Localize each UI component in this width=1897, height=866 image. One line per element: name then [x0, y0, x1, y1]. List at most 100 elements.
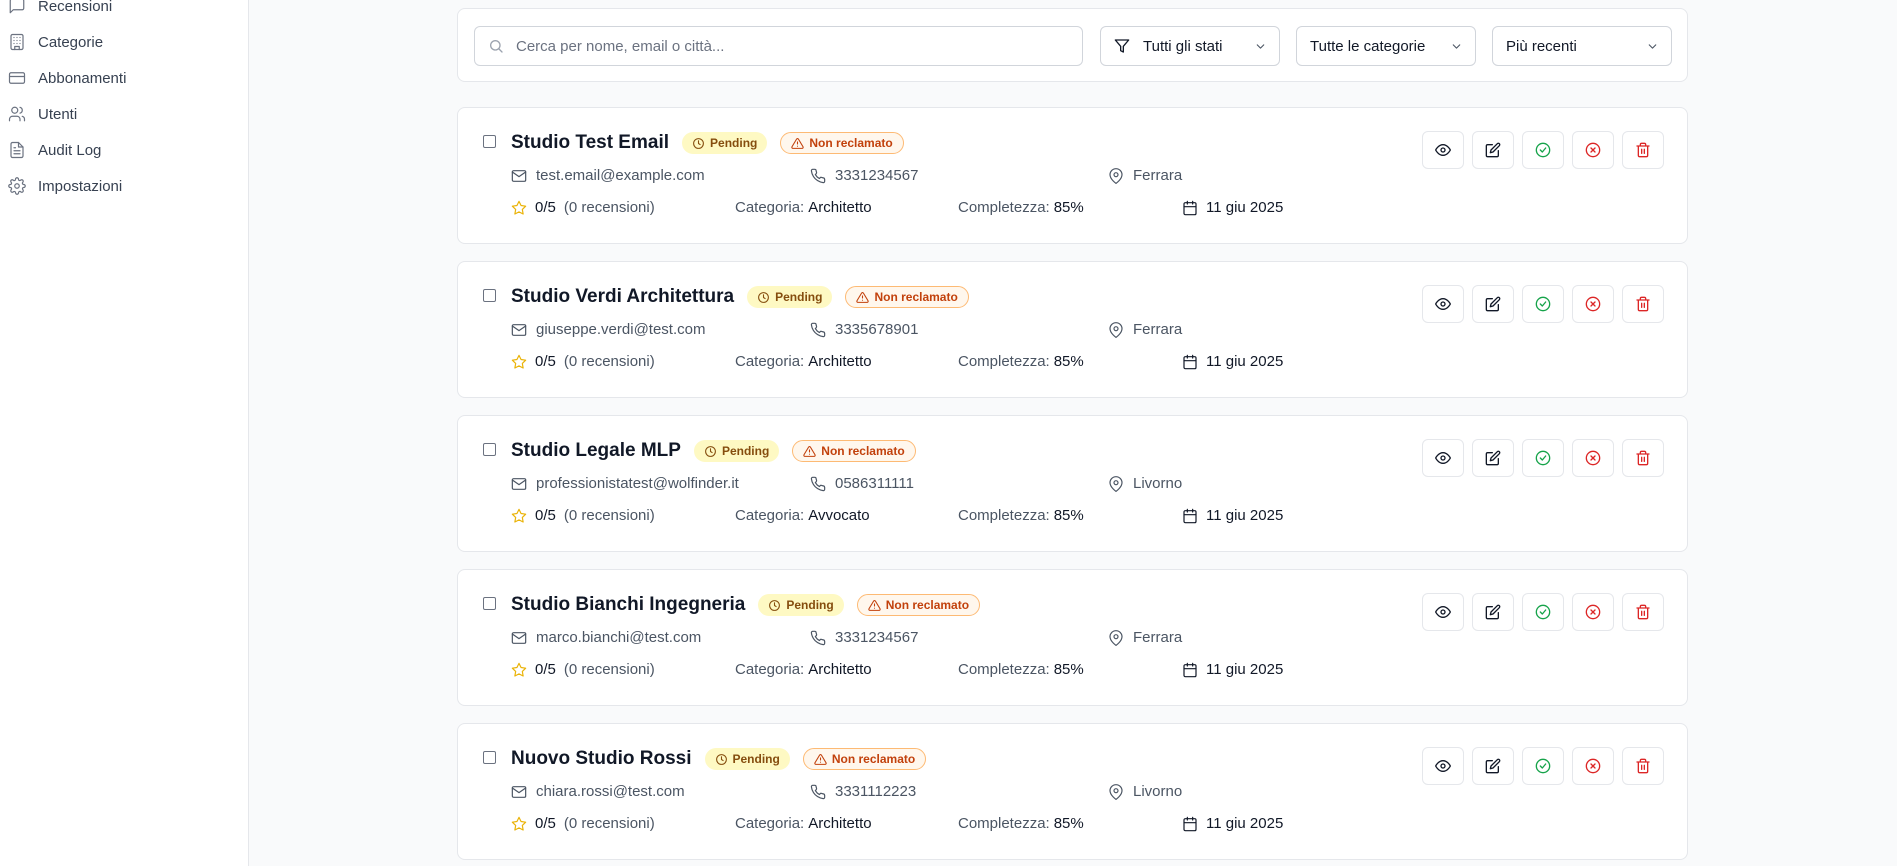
- category-value: Architetto: [808, 661, 872, 678]
- view-button[interactable]: [1422, 131, 1464, 169]
- date-text: 11 giu 2025: [1206, 353, 1284, 370]
- reject-button[interactable]: [1572, 131, 1614, 169]
- approve-button[interactable]: [1522, 593, 1564, 631]
- calendar-icon: [1183, 354, 1197, 369]
- completeness-value: 85%: [1053, 661, 1084, 678]
- eye-icon: [1435, 452, 1451, 464]
- category-filter-select[interactable]: Tutte le categorie: [1296, 26, 1476, 66]
- city-info: Ferrara: [1108, 167, 1182, 184]
- approve-button[interactable]: [1522, 439, 1564, 477]
- edit-button[interactable]: [1472, 747, 1514, 785]
- reject-button[interactable]: [1572, 439, 1614, 477]
- search-box: [474, 26, 1083, 66]
- trash-icon: [1636, 604, 1650, 620]
- sidebar-item-label: Categorie: [38, 33, 104, 51]
- edit-icon: [1485, 142, 1501, 158]
- email-info: chiara.rossi@test.com: [511, 783, 685, 800]
- claim-badge: Non reclamato: [845, 286, 969, 308]
- select-checkbox[interactable]: [483, 751, 496, 764]
- delete-button[interactable]: [1622, 593, 1664, 631]
- completeness-label: Completezza:: [958, 815, 1050, 832]
- sidebar-item-impostazioni[interactable]: Impostazioni: [8, 171, 122, 201]
- review-count: (0 recensioni): [563, 353, 655, 370]
- category-label: Categoria:: [735, 815, 805, 832]
- approve-button[interactable]: [1522, 747, 1564, 785]
- completeness-value: 85%: [1053, 815, 1084, 832]
- card-actions: [1422, 131, 1664, 169]
- edit-icon: [1485, 296, 1501, 312]
- date-info: 11 giu 2025: [1182, 353, 1283, 370]
- check-circle-icon: [1535, 604, 1551, 620]
- sidebar-item-utenti[interactable]: Utenti: [8, 99, 77, 129]
- category-filter-value: Tutte le categorie: [1310, 37, 1426, 55]
- map-pin-icon: [1109, 783, 1123, 800]
- approve-button[interactable]: [1522, 131, 1564, 169]
- delete-button[interactable]: [1622, 131, 1664, 169]
- x-circle-icon: [1585, 296, 1601, 312]
- claim-badge: Non reclamato: [792, 440, 916, 462]
- delete-button[interactable]: [1622, 285, 1664, 323]
- city-text: Ferrara: [1133, 321, 1183, 338]
- completeness-info: Completezza: 85%: [958, 815, 1084, 832]
- view-button[interactable]: [1422, 747, 1464, 785]
- x-circle-icon: [1585, 758, 1601, 774]
- sidebar-item-abbonamenti[interactable]: Abbonamenti: [8, 63, 126, 93]
- sidebar-item-categorie[interactable]: Categorie: [8, 27, 103, 57]
- edit-button[interactable]: [1472, 593, 1514, 631]
- clock-icon: [758, 291, 770, 303]
- clock-icon: [715, 753, 727, 765]
- search-input[interactable]: [516, 37, 1056, 55]
- professional-card: Studio Test Email Pending Non reclamato …: [457, 107, 1688, 244]
- professional-name: Studio Legale MLP: [511, 440, 681, 461]
- select-checkbox[interactable]: [483, 443, 496, 456]
- review-count: (0 recensioni): [563, 815, 655, 832]
- city-info: Ferrara: [1108, 629, 1182, 646]
- select-checkbox[interactable]: [483, 289, 496, 302]
- email-text: marco.bianchi@test.com: [536, 629, 702, 646]
- approve-button[interactable]: [1522, 285, 1564, 323]
- calendar-icon: [1183, 508, 1197, 523]
- select-checkbox[interactable]: [483, 135, 496, 148]
- rating-info: 0/5 (0 recensioni): [511, 815, 655, 832]
- select-checkbox[interactable]: [483, 597, 496, 610]
- phone-icon: [810, 784, 826, 799]
- reject-button[interactable]: [1572, 747, 1614, 785]
- status-badge-label: Pending: [721, 444, 770, 458]
- title-row: Studio Test Email Pending Non reclamato: [511, 132, 904, 154]
- reject-button[interactable]: [1572, 593, 1614, 631]
- date-text: 11 giu 2025: [1206, 199, 1284, 216]
- clock-icon: [705, 445, 716, 457]
- rating-info: 0/5 (0 recensioni): [511, 353, 655, 370]
- mail-icon: [511, 169, 527, 182]
- building-icon: [10, 33, 24, 51]
- sort-value: Più recenti: [1506, 37, 1577, 55]
- sort-select[interactable]: Più recenti: [1492, 26, 1672, 66]
- review-count: (0 recensioni): [563, 507, 655, 524]
- edit-button[interactable]: [1472, 285, 1514, 323]
- phone-icon: [810, 630, 826, 645]
- x-circle-icon: [1585, 604, 1601, 620]
- view-button[interactable]: [1422, 439, 1464, 477]
- reject-button[interactable]: [1572, 285, 1614, 323]
- sidebar-item-recensioni[interactable]: Recensioni: [8, 0, 112, 21]
- category-info: Categoria: Architetto: [735, 199, 872, 216]
- view-button[interactable]: [1422, 593, 1464, 631]
- edit-button[interactable]: [1472, 439, 1514, 477]
- claim-badge-label: Non reclamato: [831, 752, 916, 766]
- view-button[interactable]: [1422, 285, 1464, 323]
- sidebar-item-audit-log[interactable]: Audit Log: [8, 135, 101, 165]
- trash-icon: [1636, 758, 1650, 774]
- delete-button[interactable]: [1622, 747, 1664, 785]
- warning-triangle-icon: [856, 291, 870, 303]
- edit-button[interactable]: [1472, 131, 1514, 169]
- sidebar-item-label: Recensioni: [38, 0, 113, 15]
- mail-icon: [511, 323, 527, 336]
- status-badge: Pending: [682, 132, 768, 154]
- date-info: 11 giu 2025: [1182, 661, 1283, 678]
- rating-score: 0/5: [535, 507, 556, 524]
- sidebar-item-label: Abbonamenti: [38, 69, 127, 87]
- clock-icon: [693, 137, 704, 149]
- status-filter-select[interactable]: Tutti gli stati: [1100, 26, 1280, 66]
- delete-button[interactable]: [1622, 439, 1664, 477]
- city-text: Ferrara: [1133, 167, 1183, 184]
